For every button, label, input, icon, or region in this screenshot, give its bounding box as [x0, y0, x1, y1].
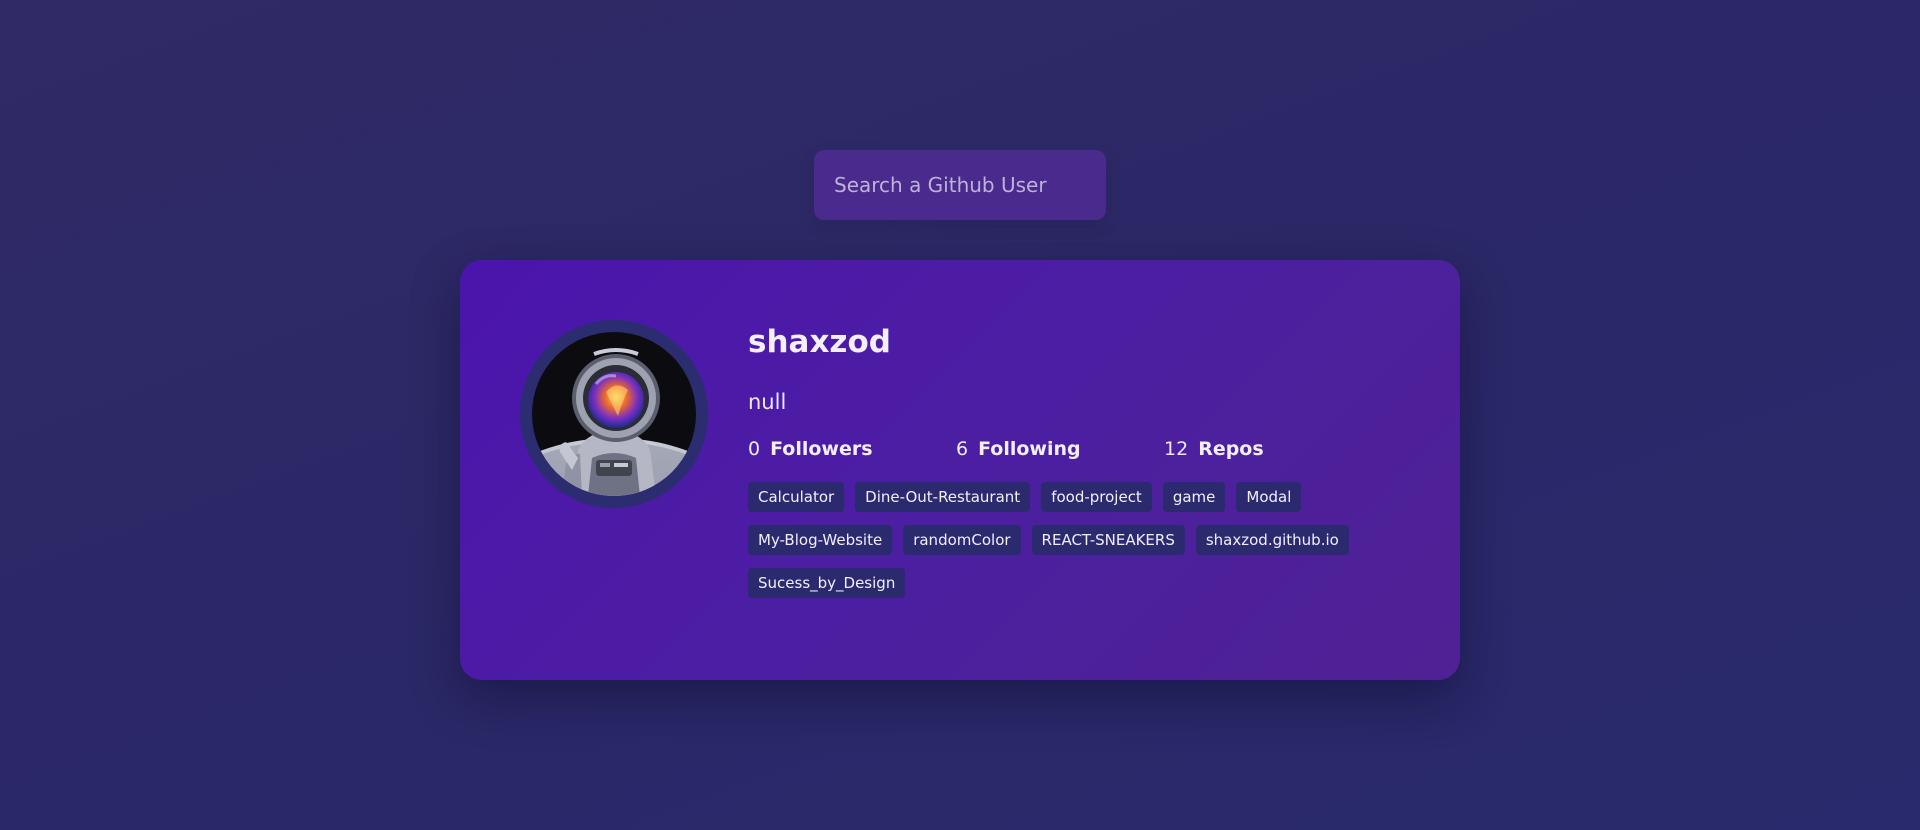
repo-link-modal[interactable]: Modal — [1236, 482, 1302, 512]
repos-label: Repos — [1198, 438, 1264, 460]
repo-link-randomcolor[interactable]: randomColor — [903, 525, 1021, 555]
followers-count: 0 — [748, 438, 761, 460]
repo-link-calculator[interactable]: Calculator — [748, 482, 845, 512]
avatar — [532, 332, 696, 496]
followers-stat: 0 Followers — [748, 436, 956, 462]
repo-link-dine-out-restaurant[interactable]: Dine-Out-Restaurant — [855, 482, 1031, 512]
avatar-ring — [520, 320, 708, 508]
repos-stat: 12 Repos — [1164, 436, 1372, 462]
following-count: 6 — [956, 438, 969, 460]
search-form — [814, 150, 1106, 220]
repo-link-shaxzod-github-io[interactable]: shaxzod.github.io — [1195, 525, 1349, 555]
repo-link-react-sneakers[interactable]: REACT-SNEAKERS — [1031, 525, 1185, 555]
username: shaxzod — [748, 324, 891, 360]
following-label: Following — [978, 438, 1081, 460]
repo-list: Calculator Dine-Out-Restaurant food-proj… — [748, 482, 1368, 598]
user-bio: null — [748, 390, 787, 414]
repo-link-my-blog-website[interactable]: My-Blog-Website — [748, 525, 893, 555]
followers-label: Followers — [770, 438, 873, 460]
repo-link-food-project[interactable]: food-project — [1041, 482, 1152, 512]
following-stat: 6 Following — [956, 436, 1164, 462]
repo-link-game[interactable]: game — [1162, 482, 1226, 512]
user-info: shaxzod null 0 Followers 6 Following 12 … — [748, 322, 1428, 598]
search-input[interactable] — [814, 150, 1106, 220]
user-card: shaxzod null 0 Followers 6 Following 12 … — [460, 260, 1460, 680]
user-stats: 0 Followers 6 Following 12 Repos — [748, 436, 1428, 462]
repos-count: 12 — [1164, 438, 1189, 460]
repo-link-sucess-by-design[interactable]: Sucess_by_Design — [748, 568, 906, 598]
